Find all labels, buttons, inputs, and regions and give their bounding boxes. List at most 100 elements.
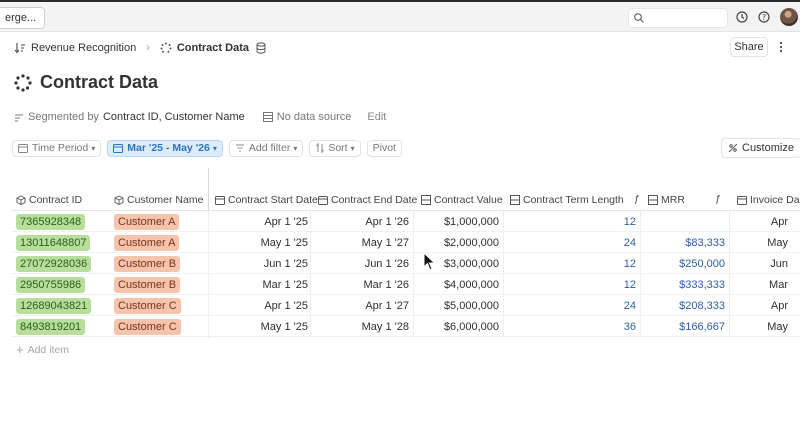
cell-mrr[interactable]: $250,000 [648, 253, 725, 274]
table-row[interactable]: 2950755986 Customer B Mar 1 '25 Mar 1 '26 $4… [12, 274, 800, 295]
breadcrumb-parent[interactable]: Revenue Recognition [31, 42, 136, 54]
customer-tag: Customer C [114, 297, 181, 314]
pivot-button[interactable]: Pivot [366, 139, 402, 157]
cell-customer-name[interactable]: Customer A [114, 211, 204, 232]
cell-value: May 1 '25 [260, 320, 308, 333]
chevron-down-icon: ▾ [350, 143, 355, 153]
table-row[interactable]: 13011648807 Customer A May 1 '25 May 1 '27 $… [12, 232, 800, 253]
cell-contract-value[interactable]: $1,000,000 [421, 211, 499, 232]
cell-start-date[interactable]: Apr 1 '25 [215, 295, 308, 316]
number-column-icon [648, 194, 658, 205]
col-header-contract-id[interactable]: Contract ID [16, 190, 82, 209]
avatar[interactable] [780, 8, 798, 26]
col-header-label: Contract Start Date [228, 193, 318, 206]
sort-button[interactable]: Sort ▾ [309, 139, 361, 157]
column-separator [208, 232, 209, 253]
cell-mrr[interactable] [648, 211, 725, 232]
col-header-invoice-date[interactable]: Invoice Da [737, 190, 800, 209]
time-period-label: Time Period [32, 142, 89, 154]
help-icon[interactable]: ? [757, 10, 771, 24]
col-header-term-length[interactable]: Contract Term Length ƒ [510, 190, 639, 209]
cell-end-date[interactable]: Jun 1 '26 [318, 253, 409, 274]
cell-contract-value[interactable]: $5,000,000 [421, 295, 499, 316]
add-filter-button[interactable]: Add filter ▾ [228, 139, 304, 157]
cell-start-date[interactable]: Jun 1 '25 [215, 253, 308, 274]
cell-start-date[interactable]: May 1 '25 [215, 232, 308, 253]
cell-mrr[interactable]: $166,667 [648, 316, 725, 337]
cell-value: $83,333 [685, 236, 725, 249]
cell-mrr[interactable]: $83,333 [648, 232, 725, 253]
cell-contract-id[interactable]: 8493819201 [16, 316, 96, 337]
cell-end-date[interactable]: Apr 1 '26 [318, 211, 409, 232]
cell-contract-id[interactable]: 27072928036 [16, 253, 96, 274]
cell-end-date[interactable]: May 1 '27 [318, 232, 409, 253]
col-header-contract-value[interactable]: Contract Value [421, 190, 503, 209]
cell-end-date[interactable]: Apr 1 '27 [318, 295, 409, 316]
cell-contract-id[interactable]: 12689043821 [16, 295, 96, 316]
cell-contract-id[interactable]: 13011648807 [16, 232, 96, 253]
cell-term-length[interactable]: 12 [510, 274, 636, 295]
breadcrumb-current[interactable]: Contract Data [177, 42, 249, 54]
cell-contract-value[interactable]: $4,000,000 [421, 274, 499, 295]
merge-tab[interactable]: erge... [0, 7, 46, 29]
add-item-button[interactable]: + Add item [16, 342, 69, 357]
table-row[interactable]: 8493819201 Customer C May 1 '25 May 1 '28 $6… [12, 316, 800, 337]
column-separator [413, 232, 414, 253]
col-header-mrr[interactable]: MRR ƒ [648, 190, 720, 209]
table-row[interactable]: 27072928036 Customer B Jun 1 '25 Jun 1 '26 $… [12, 253, 800, 274]
table-icon [262, 112, 273, 122]
search-input[interactable] [628, 8, 728, 28]
history-icon[interactable] [735, 10, 749, 24]
cell-value: Mar 1 '25 [262, 278, 308, 291]
cell-term-length[interactable]: 36 [510, 316, 636, 337]
cell-term-length[interactable]: 24 [510, 295, 636, 316]
cell-customer-name[interactable]: Customer B [114, 253, 204, 274]
cell-mrr[interactable]: $333,333 [648, 274, 725, 295]
cell-invoice-date[interactable]: Apr [737, 211, 788, 232]
cell-invoice-date[interactable]: May [737, 232, 788, 253]
col-header-customer-name[interactable]: Customer Name [114, 190, 203, 209]
cell-value: Apr 1 '25 [264, 215, 308, 228]
cell-mrr[interactable]: $208,333 [648, 295, 725, 316]
cell-value: Apr 1 '25 [264, 299, 308, 312]
customize-button[interactable]: Customize [721, 138, 800, 158]
cell-term-length[interactable]: 24 [510, 232, 636, 253]
cell-contract-id[interactable]: 2950755986 [16, 274, 96, 295]
cell-invoice-date[interactable]: May [737, 316, 788, 337]
cell-value: May [767, 320, 788, 333]
cell-customer-name[interactable]: Customer B [114, 274, 204, 295]
cell-start-date[interactable]: Mar 1 '25 [215, 274, 308, 295]
cell-end-date[interactable]: Mar 1 '26 [318, 274, 409, 295]
cell-contract-value[interactable]: $2,000,000 [421, 232, 499, 253]
cell-contract-value[interactable]: $6,000,000 [421, 316, 499, 337]
col-header-end-date[interactable]: Contract End Date [318, 190, 417, 209]
cell-term-length[interactable]: 12 [510, 253, 636, 274]
cell-invoice-date[interactable]: Jun [737, 253, 788, 274]
cell-customer-name[interactable]: Customer C [114, 316, 204, 337]
add-filter-label: Add filter [248, 142, 291, 154]
cell-invoice-date[interactable]: Apr [737, 295, 788, 316]
segment-value[interactable]: Contract ID, Customer Name [103, 111, 245, 123]
more-options-icon[interactable] [776, 40, 786, 54]
column-separator [310, 274, 311, 295]
cell-start-date[interactable]: May 1 '25 [215, 316, 308, 337]
date-range-filter[interactable]: Mar '25 - May '26 ▾ [107, 139, 223, 157]
cell-term-length[interactable]: 12 [510, 211, 636, 232]
table-row[interactable]: 12689043821 Customer C Apr 1 '25 Apr 1 '27 $… [12, 295, 800, 316]
table-row[interactable]: 7365928348 Customer A Apr 1 '25 Apr 1 '26 $1… [12, 211, 800, 232]
cell-start-date[interactable]: Apr 1 '25 [215, 211, 308, 232]
share-button[interactable]: Share [730, 37, 768, 57]
cell-contract-id[interactable]: 7365928348 [16, 211, 96, 232]
col-header-start-date[interactable]: Contract Start Date [215, 190, 318, 209]
data-source-label[interactable]: No data source [277, 111, 352, 123]
cell-value: $6,000,000 [443, 320, 499, 333]
cell-customer-name[interactable]: Customer A [114, 232, 204, 253]
filter-icon [235, 144, 244, 152]
edit-link[interactable]: Edit [367, 111, 386, 123]
cell-end-date[interactable]: May 1 '28 [318, 316, 409, 337]
time-period-filter[interactable]: Time Period ▾ [12, 139, 102, 157]
filter-bar: Time Period ▾ Mar '25 - May '26 ▾ Add filt… [12, 139, 408, 157]
cell-customer-name[interactable]: Customer C [114, 295, 204, 316]
cell-invoice-date[interactable]: Mar [737, 274, 788, 295]
cell-value: 36 [623, 320, 636, 333]
